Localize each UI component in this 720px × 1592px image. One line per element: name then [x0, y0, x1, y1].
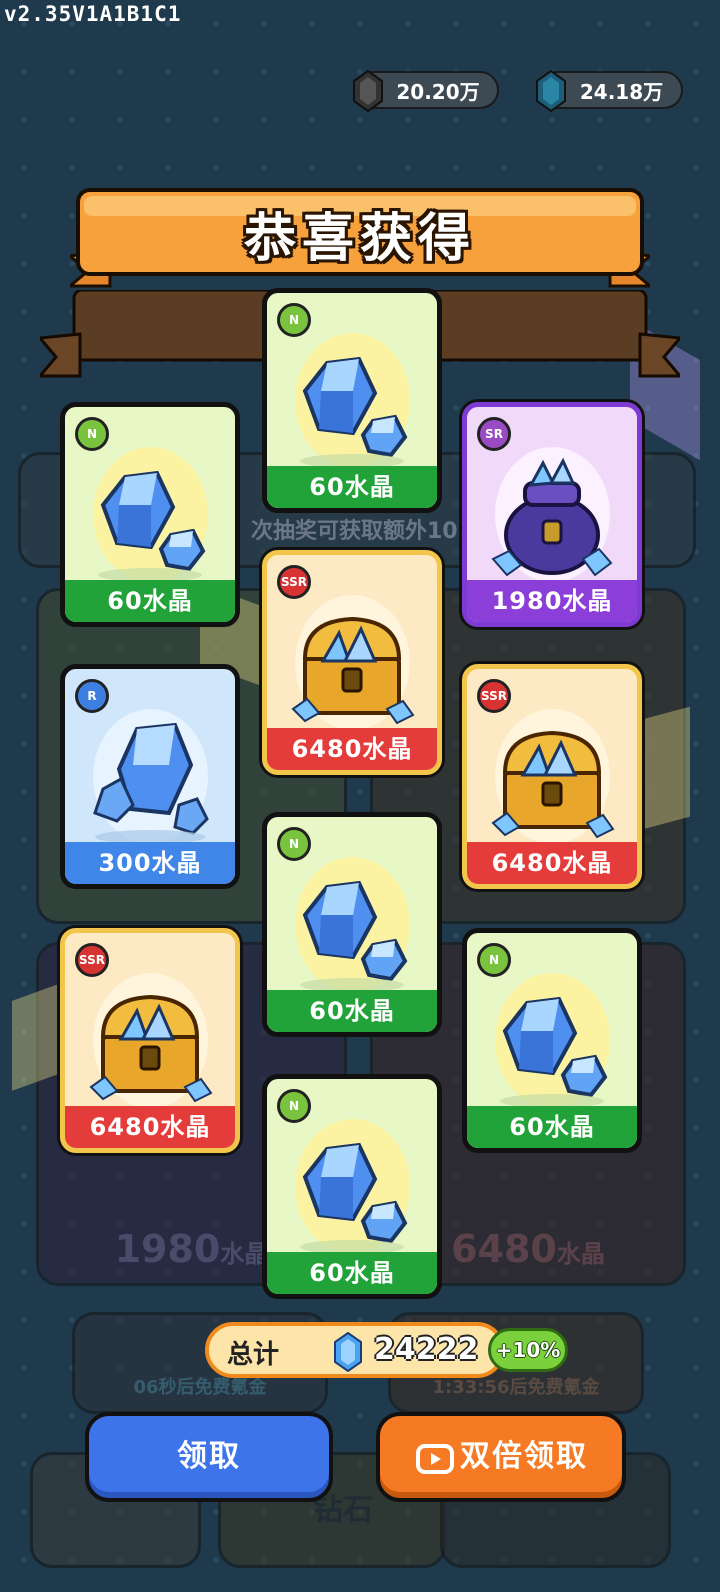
rarity-badge: SSR: [277, 565, 311, 599]
crystal-amount: 24.18万: [579, 80, 664, 104]
reward-amount: 6480水晶: [65, 1106, 235, 1148]
reward-card: N 60水晶: [262, 1074, 442, 1299]
bg-description-text: 次抽奖可获取额外10: [251, 519, 458, 544]
reward-card: N 60水晶: [462, 928, 642, 1153]
crystal-icon: [300, 356, 408, 468]
crystal-bag-icon: [491, 457, 613, 577]
rarity-badge: N: [277, 827, 311, 861]
crystal-icon: [500, 996, 608, 1108]
reward-amount: 60水晶: [467, 1106, 637, 1148]
rarity-badge: N: [277, 1089, 311, 1123]
rarity-badge: N: [277, 303, 311, 337]
claim-button[interactable]: 领取: [85, 1412, 333, 1502]
reward-amount: 1980水晶: [467, 580, 637, 622]
rarity-badge: SSR: [75, 943, 109, 977]
crystal-icon: [536, 69, 566, 113]
dialog-title: 恭喜获得: [243, 209, 476, 269]
rarity-badge: N: [477, 943, 511, 977]
bg-slot-4-value: 6480: [451, 1227, 557, 1271]
reward-card: SR 1980水晶: [462, 402, 642, 627]
treasure-chest-icon: [89, 994, 213, 1103]
rarity-badge: N: [75, 417, 109, 451]
crystal-icon: [93, 722, 209, 844]
reward-amount: 60水晶: [65, 580, 235, 622]
crystal-icon: [98, 470, 206, 582]
total-value: 24222: [374, 1332, 479, 1367]
reward-card: N 60水晶: [262, 812, 442, 1037]
reward-amount: 60水晶: [267, 990, 437, 1032]
reward-amount: 60水晶: [267, 1252, 437, 1294]
rarity-badge: R: [75, 679, 109, 713]
crystal-icon: [300, 1142, 408, 1254]
reward-card: SSR 6480水晶: [262, 550, 442, 775]
gold-resource-pill: 20.20万: [353, 69, 499, 113]
bg-slot-3-value: 1980: [114, 1227, 221, 1271]
dark-crystal-icon: [353, 69, 383, 113]
total-label: 总计: [227, 1340, 280, 1370]
treasure-chest-icon: [291, 616, 415, 725]
gold-amount: 20.20万: [396, 80, 480, 104]
treasure-chest-icon: [491, 730, 615, 839]
reward-amount: 60水晶: [267, 466, 437, 508]
bg-slot-4-unit: 水晶: [556, 1240, 605, 1268]
reward-card: N 60水晶: [262, 288, 442, 513]
crystal-icon: [334, 1332, 362, 1372]
double-claim-button[interactable]: 双倍领取: [376, 1412, 626, 1502]
reward-card: R 300水晶: [60, 664, 240, 889]
reward-amount: 300水晶: [65, 842, 235, 884]
reward-amount: 6480水晶: [467, 842, 637, 884]
crystal-icon: [300, 880, 408, 992]
reward-card: SSR 6480水晶: [60, 928, 240, 1153]
total-pill: 总计 24222: [205, 1322, 505, 1378]
reward-card: SSR 6480水晶: [462, 664, 642, 889]
video-play-icon: [416, 1444, 454, 1474]
rarity-badge: SR: [477, 417, 511, 451]
double-claim-label: 双倍领取: [460, 1439, 588, 1474]
bonus-badge: +10%: [488, 1328, 568, 1372]
crystal-resource-pill: 24.18万: [536, 69, 683, 113]
rarity-badge: SSR: [477, 679, 511, 713]
version-label: v2.35V1A1B1C1: [4, 2, 182, 26]
reward-amount: 6480水晶: [267, 728, 437, 770]
reward-card: N 60水晶: [60, 402, 240, 627]
